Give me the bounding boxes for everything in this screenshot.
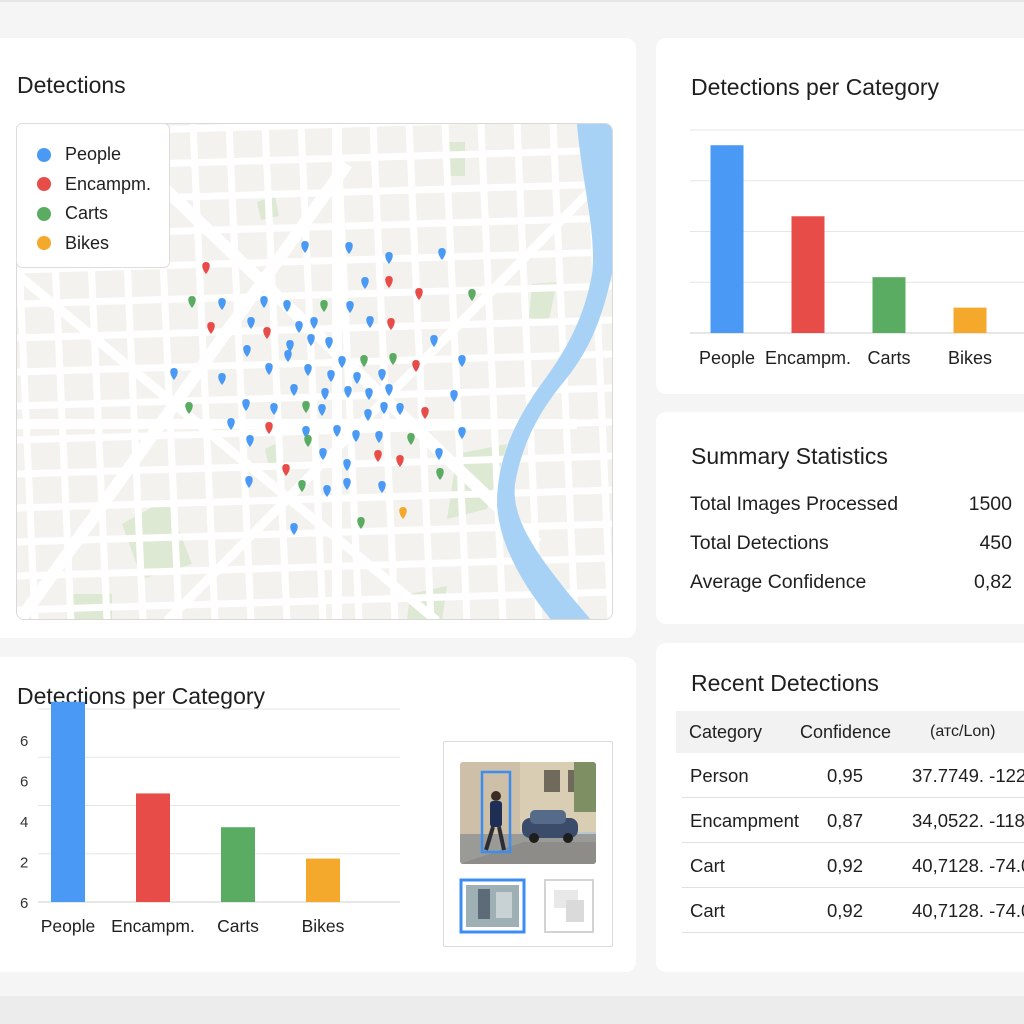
legend-item-people: People (37, 140, 169, 170)
bottom-strip (0, 996, 1024, 1024)
y-tick-label: 6 (20, 774, 28, 791)
stat-value: 1500 (968, 493, 1012, 515)
detection-image-viewer (443, 741, 613, 947)
bar-bikes[interactable] (306, 858, 340, 902)
category-label: People (41, 916, 96, 936)
cell-category: Person (690, 765, 749, 786)
category-label: People (699, 348, 755, 368)
cell-lat-lon: 34,0522. -118 (912, 810, 1024, 831)
category-label: Encampm. (765, 348, 851, 368)
stat-value: 450 (979, 532, 1012, 554)
stat-total-images: Total Images Processed 1500 (690, 493, 1012, 516)
bar-people[interactable] (51, 701, 85, 902)
image-preview[interactable] (444, 742, 614, 948)
legend-item-carts: Carts (37, 199, 169, 229)
bottom-bar-chart: 6 6 4 2 6 People Encampm. Carts Bikes (20, 701, 400, 936)
table-row[interactable]: Cart 0,92 40,7128. -74.0 (682, 843, 1024, 888)
y-tick-label: 6 (20, 895, 28, 912)
map-card-title: Detections (17, 72, 126, 98)
legend-dot (37, 236, 51, 251)
cell-category: Encampment (690, 810, 799, 831)
category-label: Carts (217, 916, 259, 936)
bar-bikes[interactable] (953, 307, 987, 333)
legend-label: People (65, 144, 122, 165)
stat-average-confidence: Average Confidence 0,82 (690, 571, 1012, 594)
summary-title: Summary Statistics (691, 443, 888, 469)
header-lat-lon[interactable]: (атс/Lon) (930, 723, 996, 741)
cell-lat-lon: 40,7128. -74.0 (912, 855, 1024, 876)
legend-item-encampments: Encampm. (37, 170, 169, 200)
legend-label: Carts (65, 203, 109, 224)
cell-confidence: 0,92 (827, 900, 864, 921)
bar-carts[interactable] (872, 277, 906, 333)
bar-carts[interactable] (221, 827, 255, 902)
legend-dot (37, 206, 51, 221)
legend-item-bikes: Bikes (37, 229, 169, 259)
summary-statistics-card: Summary Statistics Total Images Processe… (656, 412, 1024, 624)
legend-label: Encampm. (65, 173, 152, 194)
top-bar-chart: People Encampm. Carts Bikes (690, 129, 1024, 368)
y-tick-label: 4 (20, 814, 28, 831)
table-row[interactable]: Person 0,95 37.7749. -122 (682, 753, 1024, 798)
cell-category: Cart (690, 855, 725, 876)
stat-label: Total Images Processed (690, 493, 899, 515)
table-row[interactable]: Encampment 0,87 34,0522. -118 (682, 798, 1024, 843)
top-border (0, 0, 1024, 2)
bar-encampm[interactable] (136, 793, 170, 902)
stat-label: Total Detections (690, 532, 829, 554)
category-chart-card-bottom: Detections per Category 6 6 4 2 6 People Encam… (0, 657, 636, 972)
bar-people[interactable] (710, 145, 744, 333)
cell-category: Cart (690, 900, 725, 921)
category-chart-card-top: Detections per Category People Encampm. Ca… (656, 38, 1024, 394)
table-row[interactable]: Cart 0,92 40,7128. -74.0 (682, 888, 1024, 933)
category-label: Carts (867, 348, 910, 368)
stat-label: Average Confidence (690, 571, 867, 593)
header-category[interactable]: Category (689, 722, 762, 743)
category-label: Bikes (948, 348, 992, 368)
cell-lat-lon: 37.7749. -122 (912, 765, 1024, 786)
y-tick-label: 2 (20, 855, 28, 872)
legend-dot (37, 147, 51, 162)
map-legend: People Encampm. Carts Bikes (16, 123, 170, 268)
stat-value: 0,82 (974, 571, 1012, 593)
category-label: Bikes (302, 916, 345, 936)
bar-encampm[interactable] (791, 216, 825, 333)
category-label: Encampm. (111, 916, 195, 936)
legend-label: Bikes (65, 232, 110, 253)
stat-total-detections: Total Detections 450 (690, 532, 1012, 555)
cell-confidence: 0,95 (827, 765, 864, 786)
recent-title: Recent Detections (691, 670, 879, 696)
cell-confidence: 0,92 (827, 855, 864, 876)
recent-detections-card: Recent Detections Category Confidence (а… (656, 643, 1024, 972)
cell-confidence: 0,87 (827, 810, 864, 831)
header-confidence[interactable]: Confidence (800, 722, 891, 743)
table-header: Category Confidence (атс/Lon) (676, 711, 1024, 753)
y-tick-label: 6 (20, 733, 28, 750)
legend-dot (37, 177, 51, 192)
cell-lat-lon: 40,7128. -74.0 (912, 900, 1024, 921)
